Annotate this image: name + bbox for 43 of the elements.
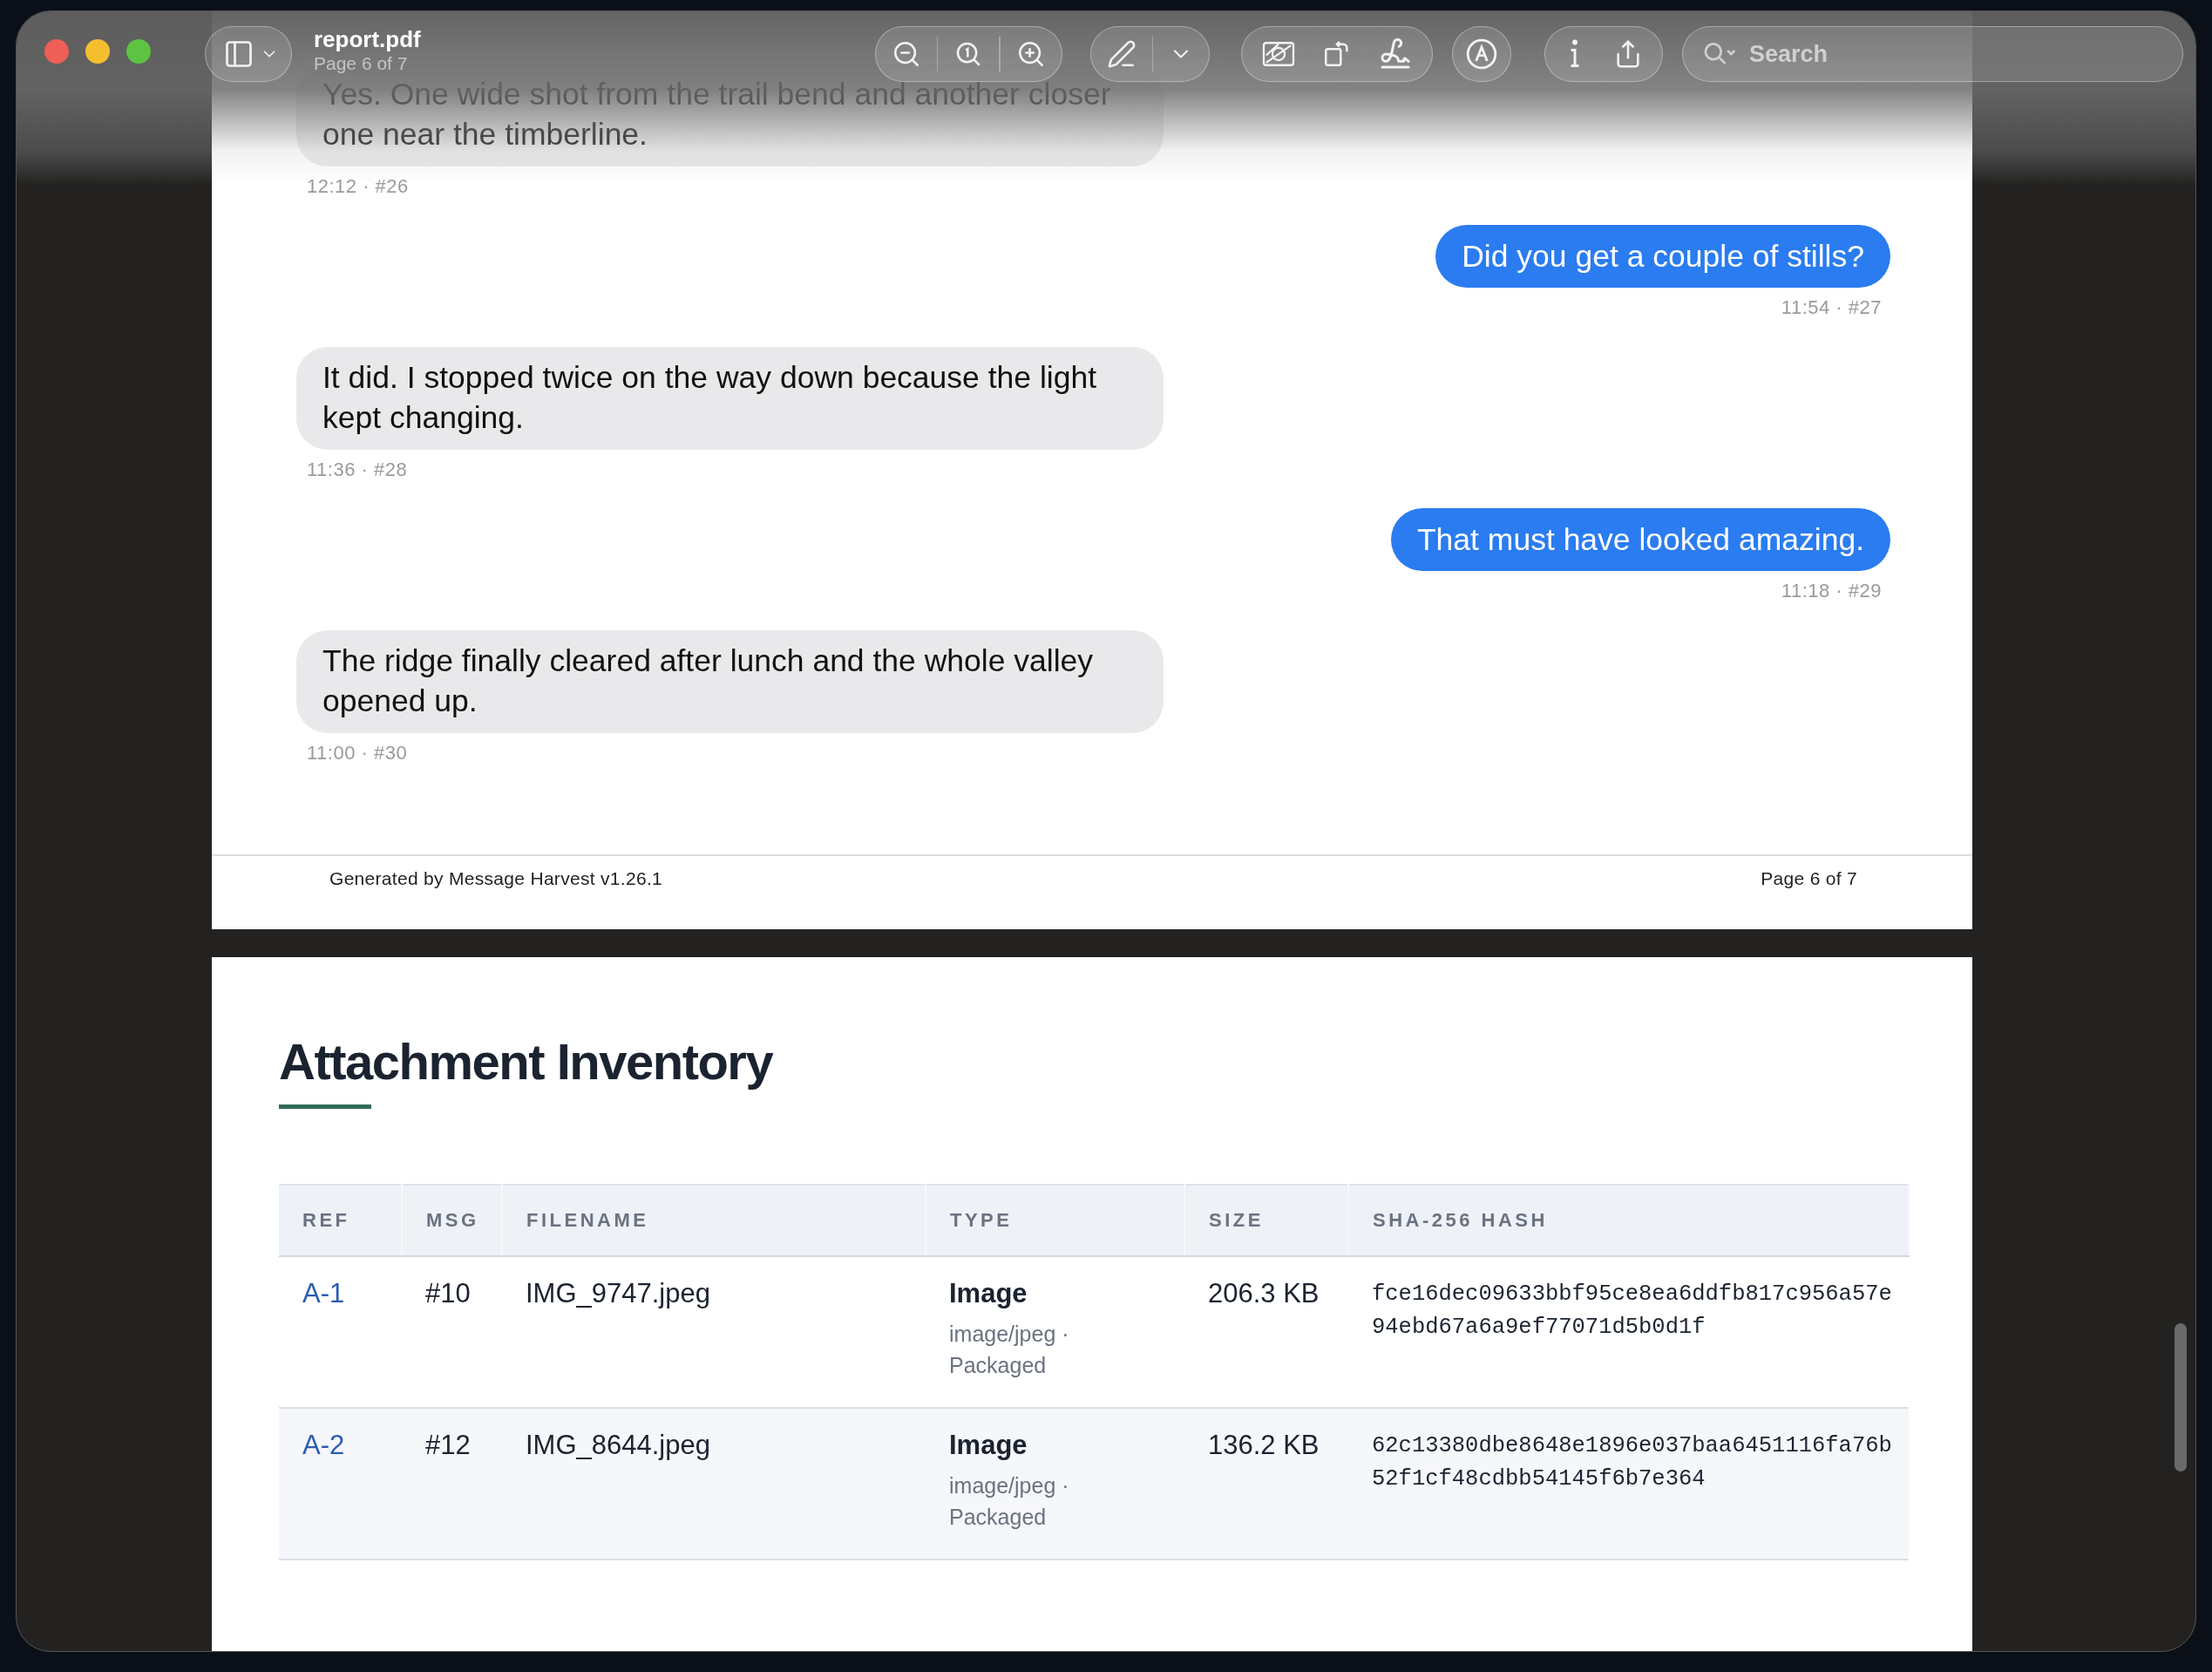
message-number: #12 — [425, 1430, 471, 1461]
column-header: TYPE — [926, 1185, 1184, 1256]
pen-tip-icon — [1465, 37, 1498, 71]
received-message-bubble: It did. I stopped twice on the way down because the light kept changing. — [296, 347, 1164, 450]
section-title: Attachment Inventory — [279, 1032, 775, 1091]
filename: IMG_8644.jpeg — [526, 1430, 710, 1461]
message-timestamp: 11:18 · #29 — [1781, 580, 1883, 602]
photo-icon — [1261, 39, 1296, 69]
file-type: Image — [949, 1278, 1028, 1309]
file-size: 206.3 KB — [1208, 1278, 1320, 1309]
message-timestamp: 11:36 · #28 — [306, 459, 408, 481]
column-header: SIZE — [1184, 1185, 1348, 1256]
sent-message-bubble: That must have looked amazing. — [1390, 508, 1890, 571]
message-timestamp: 11:54 · #27 — [1781, 296, 1883, 319]
zoom-button[interactable] — [126, 39, 151, 64]
search-field[interactable]: Search — [1682, 26, 2183, 82]
attachment-ref-link[interactable]: A-2 — [302, 1430, 345, 1460]
hash-value: fce16dec09633bbf95ce8ea6ddfb817c956a57e94ebd67a6a9ef77071d5b0d1f — [1372, 1281, 1893, 1342]
filename: IMG_9747.jpeg — [526, 1278, 710, 1309]
message-timestamp: 12:12 · #26 — [306, 175, 409, 198]
hash-value: 62c13380dbe8648e1896e037baa6451116fa76b52f1cf48cdbb54145f6b7e364 — [1372, 1432, 1893, 1493]
attachment-ref-link[interactable]: A-1 — [302, 1278, 345, 1308]
file-type: Image — [949, 1430, 1028, 1461]
column-header: SHA-256 HASH — [1348, 1185, 1909, 1256]
search-field[interactable]: Search — [1747, 39, 2100, 69]
message-timestamp: 11:00 · #30 — [306, 742, 408, 765]
message-number: #10 — [425, 1278, 471, 1309]
mime-type: image/jpeg · Packaged — [949, 1472, 1070, 1531]
window-title: report.pdf — [314, 26, 421, 53]
close-button[interactable] — [44, 39, 69, 64]
file-size: 136.2 KB — [1208, 1430, 1320, 1461]
mime-type: image/jpeg · Packaged — [949, 1321, 1070, 1379]
window-subtitle: Page 6 of 7 — [314, 53, 409, 74]
column-header: REF — [279, 1185, 402, 1256]
received-message-bubble: The ridge finally cleared after lunch and the whole valley opened up. — [296, 630, 1164, 733]
sent-message-bubble: Did you get a couple of stills? — [1435, 225, 1890, 288]
column-header: MSG — [402, 1185, 502, 1256]
sidebar-icon — [223, 38, 254, 70]
minimize-button[interactable] — [85, 39, 110, 64]
footer-text: Generated by Message Harvest v1.26.1 — [329, 868, 662, 889]
column-header: FILENAME — [502, 1185, 926, 1256]
page-number: Page 6 of 7 — [1761, 868, 1857, 889]
scrollbar-thumb[interactable] — [2175, 1323, 2187, 1471]
